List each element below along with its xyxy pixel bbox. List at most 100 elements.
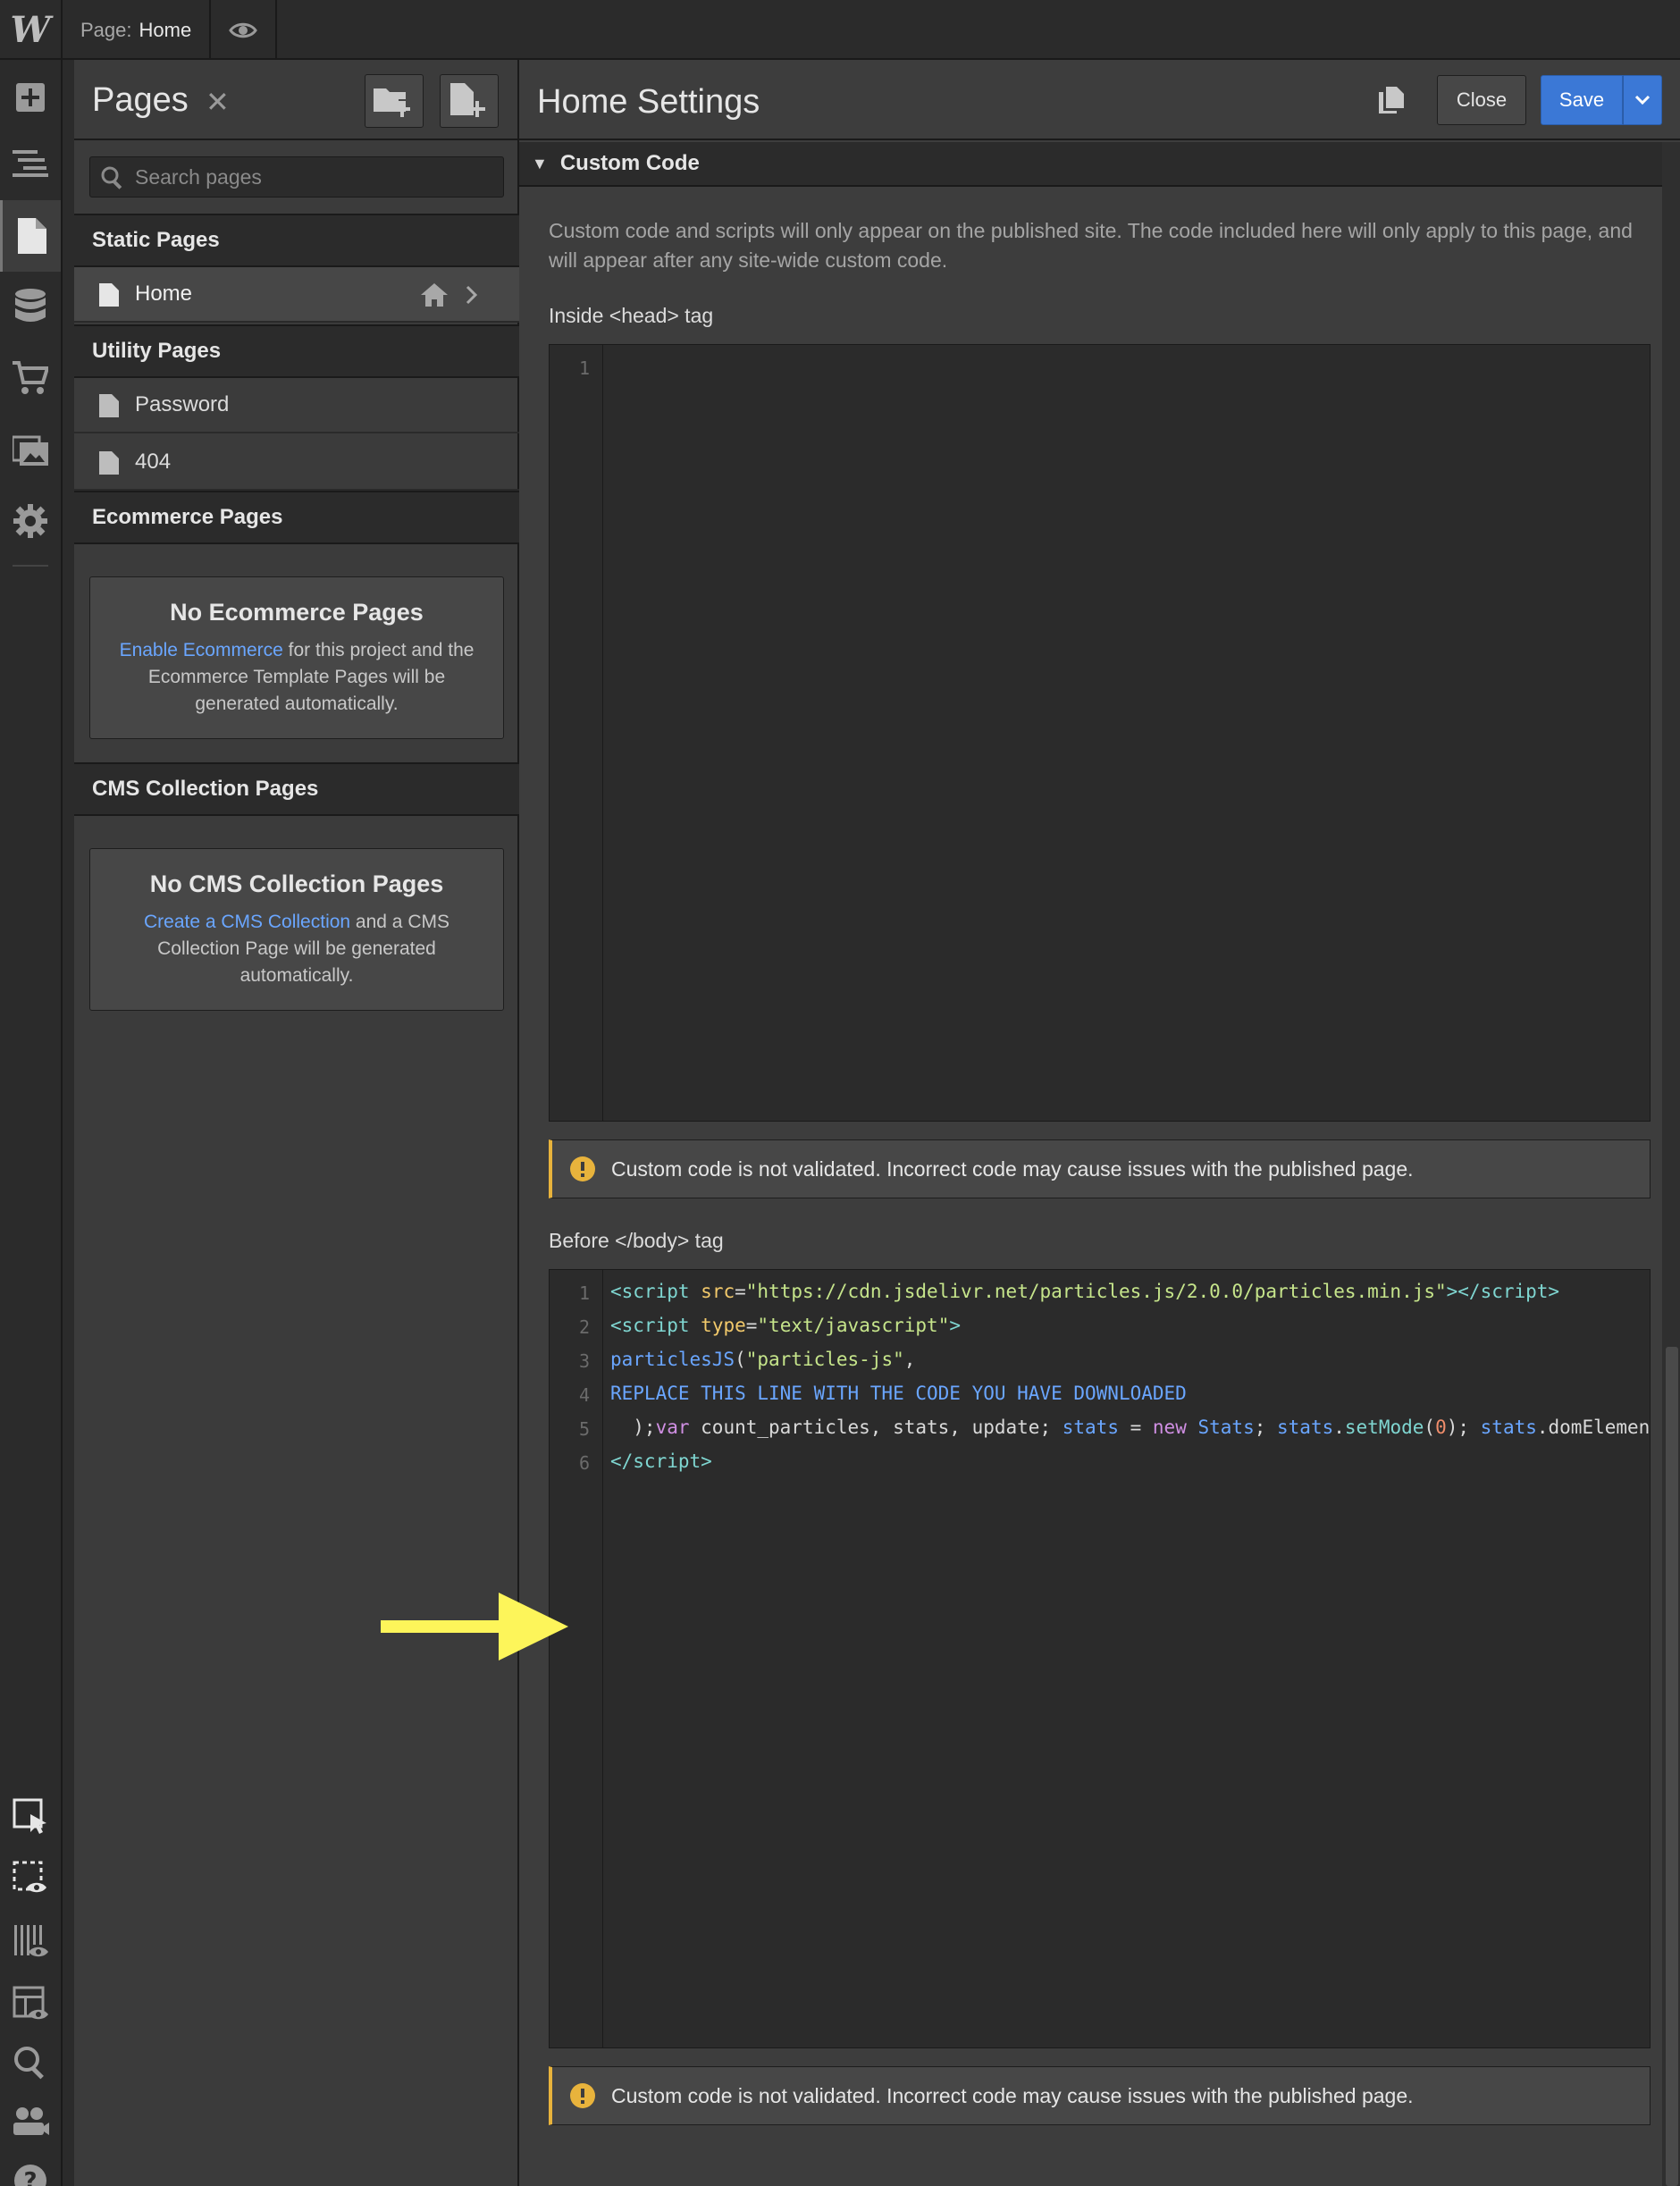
help-button[interactable]: ? — [0, 2148, 61, 2186]
ecommerce-empty-title: No Ecommerce Pages — [170, 599, 424, 626]
rail-divider — [13, 565, 48, 567]
add-panel-button[interactable] — [0, 65, 61, 130]
page-row-label: 404 — [135, 450, 172, 474]
cms-button[interactable] — [0, 274, 61, 339]
search-pages-input[interactable] — [135, 157, 492, 197]
page-row-404[interactable]: 404 — [74, 435, 519, 491]
pages-icon — [17, 218, 46, 254]
svg-text:?: ? — [23, 2168, 37, 2186]
settings-header: Home Settings Close Save — [519, 60, 1680, 140]
page-row-password[interactable]: Password — [74, 378, 519, 433]
page-settings-panel: Home Settings Close Save ▼ Custom Code C… — [519, 60, 1680, 2186]
settings-button[interactable] — [0, 489, 61, 553]
assets-button[interactable] — [0, 417, 61, 482]
add-folder-icon — [374, 88, 410, 117]
close-button[interactable]: Close — [1437, 75, 1526, 125]
line-number: 4 — [578, 1384, 590, 1406]
page-icon — [99, 451, 119, 475]
page-label: Page: — [80, 18, 132, 41]
page-value: Home — [139, 18, 192, 41]
page-selector[interactable]: Page: Home — [63, 0, 211, 60]
new-folder-button[interactable] — [365, 74, 424, 128]
top-bar: W Page: Home — [0, 0, 1680, 60]
warning-icon — [570, 2083, 595, 2108]
warning-text: Custom code is not validated. Incorrect … — [611, 1156, 1414, 1181]
audit-button[interactable] — [0, 1909, 61, 1973]
static-pages-header: Static Pages — [74, 214, 519, 267]
pages-button[interactable] — [0, 200, 61, 272]
line-number: 1 — [578, 1282, 590, 1304]
line-number: 5 — [578, 1418, 590, 1440]
page-row-label: Password — [135, 392, 230, 416]
page-icon — [99, 283, 119, 307]
enable-ecommerce-link[interactable]: Enable Ecommerce — [120, 640, 283, 660]
settings-title: Home Settings — [537, 83, 760, 121]
page-icon — [99, 394, 119, 417]
ecommerce-empty-text: Enable Ecommerce for this project and th… — [117, 637, 476, 718]
left-rail: ? — [0, 60, 63, 2186]
code-line-2: <script type="text/javascript"> — [610, 1315, 961, 1336]
settings-icon — [13, 504, 47, 538]
layout-preview-icon — [13, 1986, 48, 2020]
line-number: 1 — [578, 357, 590, 379]
line-number: 6 — [578, 1452, 590, 1474]
panel-gutter — [63, 60, 74, 2186]
cms-empty-text: Create a CMS Collection and a CMS Collec… — [117, 909, 476, 989]
duplicate-icon[interactable] — [1379, 87, 1404, 114]
add-icon — [16, 83, 45, 112]
add-page-icon — [450, 83, 485, 117]
warning-text: Custom code is not validated. Incorrect … — [611, 2083, 1414, 2107]
search-button[interactable] — [0, 2030, 61, 2095]
create-cms-collection-link[interactable]: Create a CMS Collection — [144, 912, 350, 932]
line-number: 3 — [578, 1350, 590, 1372]
new-page-button[interactable] — [440, 74, 499, 128]
help-icon: ? — [14, 2165, 46, 2186]
code-line-6: </script> — [610, 1450, 712, 1472]
navigator-button[interactable] — [0, 131, 61, 196]
line-number: 2 — [578, 1316, 590, 1338]
pages-panel: Pages ✕ Static Pages Home Utility Pages … — [74, 60, 519, 2186]
head-code-editor[interactable]: 1 — [549, 344, 1651, 1122]
users-button[interactable] — [0, 2089, 61, 2154]
body-code-warning: Custom code is not validated. Incorrect … — [549, 2066, 1651, 2125]
cms-icon — [15, 289, 46, 322]
search-icon — [14, 2047, 44, 2080]
code-line-4: REPLACE THIS LINE WITH THE CODE YOU HAVE… — [610, 1383, 1187, 1404]
chevron-right-icon[interactable] — [466, 285, 478, 305]
home-icon[interactable] — [421, 283, 448, 307]
utility-pages-header: Utility Pages — [74, 324, 519, 378]
page-row-home[interactable]: Home — [74, 267, 519, 323]
navigator-icon — [13, 150, 48, 177]
body-code-label: Before </body> tag — [549, 1229, 724, 1252]
pages-header: Pages ✕ — [74, 60, 519, 140]
ecommerce-empty-card: No Ecommerce Pages Enable Ecommerce for … — [89, 576, 504, 739]
preview-button[interactable] — [211, 0, 277, 60]
line-numbers: 1 — [550, 345, 603, 1121]
code-line-1: <script src="https://cdn.jsdelivr.net/pa… — [610, 1281, 1560, 1302]
cms-pages-header: CMS Collection Pages — [74, 762, 519, 816]
ecommerce-pages-header: Ecommerce Pages — [74, 491, 519, 544]
caret-down-icon: ▼ — [532, 154, 548, 172]
code-line-5: );var count_particles, stats, update; st… — [610, 1417, 1651, 1438]
custom-code-description: Custom code and scripts will only appear… — [549, 219, 1633, 272]
custom-code-section-toggle[interactable]: ▼ Custom Code — [519, 142, 1662, 187]
ecommerce-button[interactable] — [0, 346, 61, 410]
head-code-warning: Custom code is not validated. Incorrect … — [549, 1139, 1651, 1198]
webflow-logo[interactable]: W — [0, 0, 63, 60]
body-code-editor[interactable]: 1 2 3 4 5 6 <script src="https://cdn.jsd… — [549, 1269, 1651, 2048]
assets-icon — [13, 435, 48, 466]
save-button[interactable]: Save — [1541, 75, 1623, 125]
search-pages[interactable] — [89, 156, 504, 198]
page-row-label: Home — [135, 282, 193, 306]
scrollbar-thumb[interactable] — [1666, 1347, 1678, 2186]
close-pages-icon[interactable]: ✕ — [206, 85, 230, 119]
audit-icon — [14, 1925, 48, 1957]
custom-code-title: Custom Code — [559, 151, 700, 175]
eye-icon — [229, 22, 257, 38]
layout-preview-button[interactable] — [0, 1972, 61, 2036]
save-options-button[interactable] — [1623, 75, 1662, 125]
ecommerce-icon — [13, 361, 48, 394]
preview-element-button[interactable] — [0, 1846, 61, 1911]
select-element-button[interactable] — [0, 1784, 61, 1848]
users-icon — [13, 2107, 49, 2135]
